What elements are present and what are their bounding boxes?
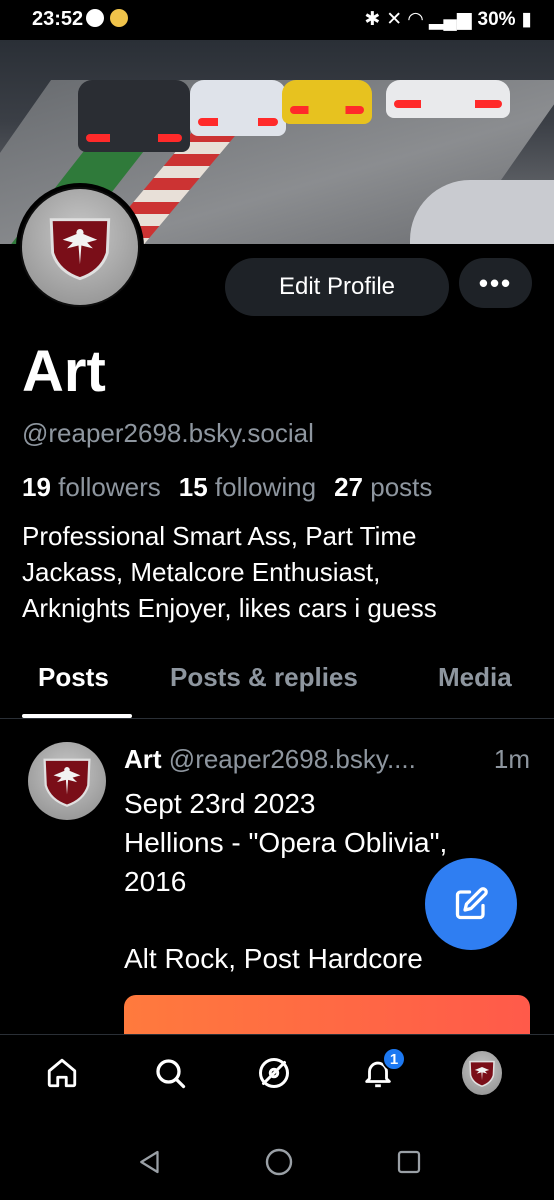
- compose-post-button[interactable]: [425, 858, 517, 950]
- profile-tabs: Posts Posts & replies Media: [0, 660, 554, 718]
- back-triangle-icon: [140, 1150, 159, 1174]
- edit-profile-button[interactable]: Edit Profile: [225, 258, 449, 316]
- post-timestamp: 1m: [493, 744, 530, 774]
- posts-stat: 27 posts: [334, 472, 433, 502]
- bluetooth-icon: ✱: [364, 9, 381, 30]
- nav-notifications[interactable]: 1: [358, 1047, 406, 1093]
- status-bar: 23:52 ✱ ✕ ◠ ▂▄▆ 30% ▮: [0, 0, 554, 40]
- system-navigation-bar: [0, 1114, 554, 1200]
- post-line: Sept 23rd 2023: [124, 788, 316, 819]
- tab-media[interactable]: Media: [438, 662, 512, 693]
- post-author-avatar[interactable]: [28, 742, 106, 820]
- shield-logo-icon: [469, 1060, 495, 1087]
- home-icon: [47, 1058, 77, 1088]
- system-home-button[interactable]: [259, 1142, 299, 1182]
- nav-profile-avatar: [462, 1051, 502, 1095]
- system-back-button[interactable]: [130, 1142, 170, 1182]
- divider: [0, 718, 554, 719]
- nav-profile[interactable]: [462, 1051, 502, 1095]
- bio-line: Jackass, Metalcore Enthusiast,: [22, 557, 381, 587]
- post-embed-card[interactable]: [124, 995, 530, 1035]
- spotify-icon: [86, 9, 104, 27]
- notification-app-icon: [110, 9, 128, 27]
- display-name: Art: [22, 339, 106, 404]
- post-author-handle: @reaper2698.bsky....: [168, 744, 416, 774]
- shield-logo-icon: [43, 758, 91, 807]
- profile-stats: 19 followers 15 following 27 posts: [22, 472, 432, 503]
- tab-posts-and-replies[interactable]: Posts & replies: [170, 662, 358, 693]
- post-header[interactable]: Art @reaper2698.bsky....: [124, 744, 416, 775]
- profile-handle: @reaper2698.bsky.social: [22, 418, 314, 448]
- battery-percent: 30%: [477, 8, 516, 30]
- mute-icon: ✕: [386, 9, 403, 30]
- battery-icon: ▮: [521, 9, 532, 30]
- nav-search[interactable]: [150, 1053, 190, 1093]
- bio-line: Professional Smart Ass, Part Time: [22, 521, 417, 551]
- status-time: 23:52: [32, 8, 84, 30]
- search-icon: [156, 1059, 186, 1089]
- nav-home[interactable]: [42, 1053, 82, 1093]
- bio-line: Arknights Enjoyer, likes cars i guess: [22, 593, 437, 623]
- home-circle-icon: [265, 1148, 293, 1176]
- tab-posts[interactable]: Posts: [38, 662, 109, 693]
- notifications-badge: 1: [382, 1047, 406, 1071]
- feeds-icon: [259, 1058, 289, 1088]
- profile-bio: Professional Smart Ass, Part Time Jackas…: [22, 518, 542, 626]
- signal-icon: ▂▄▆: [428, 9, 472, 30]
- system-recents-button[interactable]: [389, 1142, 429, 1182]
- following-stat[interactable]: 15 following: [179, 472, 316, 503]
- post-line: Hellions - "Opera Oblivia",: [124, 827, 448, 858]
- compose-icon: [455, 887, 488, 920]
- more-options-button[interactable]: •••: [459, 258, 532, 308]
- bottom-navigation: 1: [0, 1034, 554, 1114]
- wifi-icon: ◠: [408, 9, 423, 30]
- profile-avatar[interactable]: [16, 183, 144, 311]
- recents-square-icon: [397, 1150, 421, 1174]
- nav-feeds[interactable]: [254, 1053, 294, 1093]
- followers-stat[interactable]: 19 followers: [22, 472, 161, 503]
- post-author-name: Art: [124, 744, 162, 774]
- shield-logo-icon: [49, 218, 111, 281]
